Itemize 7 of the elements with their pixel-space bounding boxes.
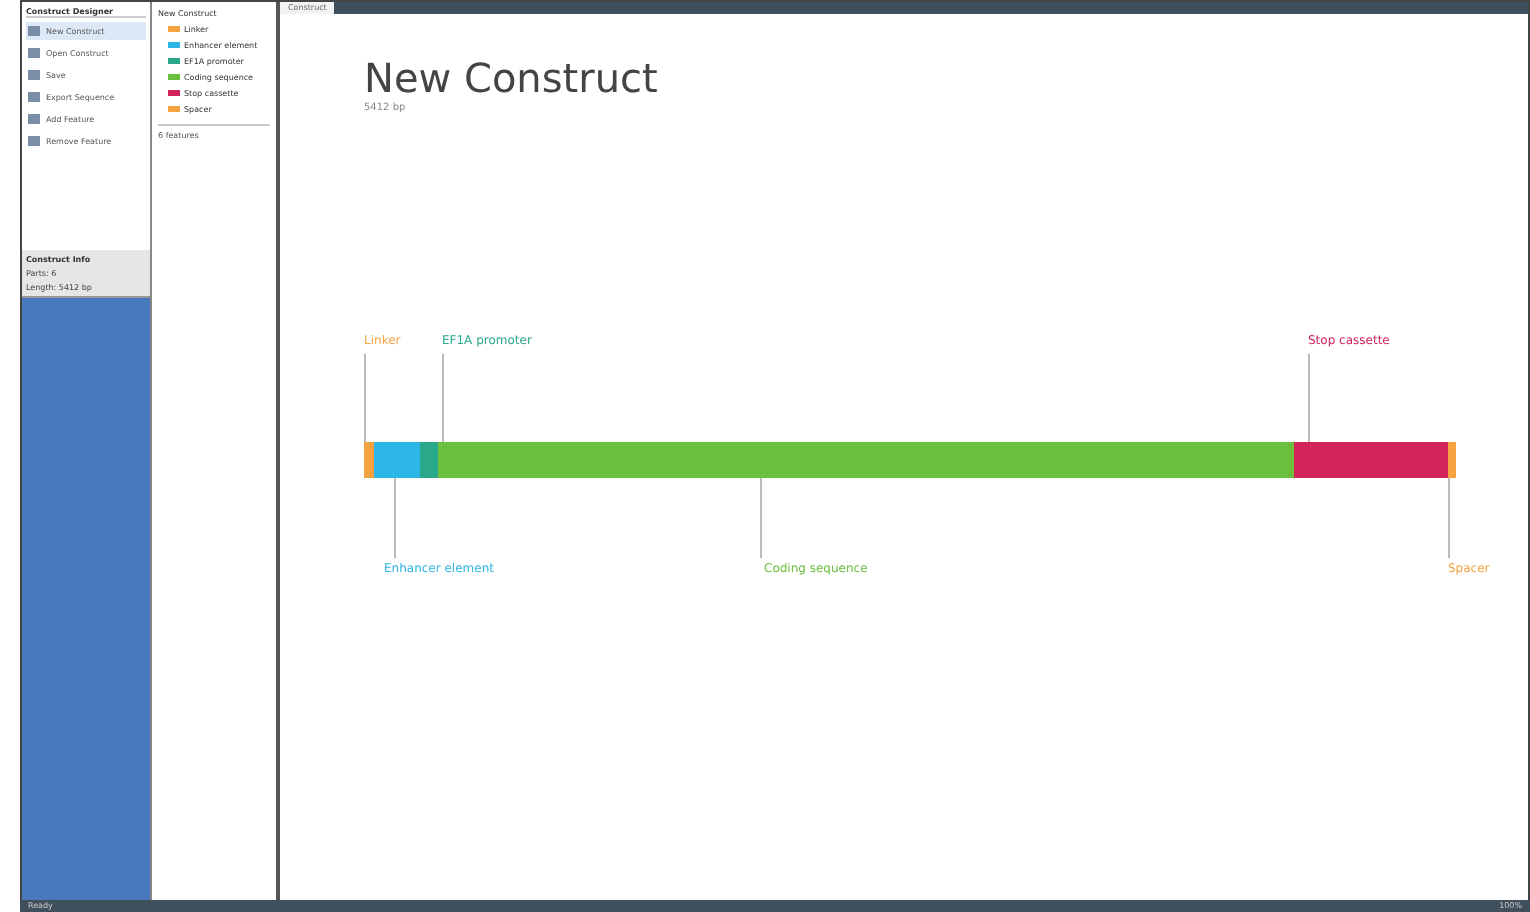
leader-line <box>760 478 762 558</box>
leader-line <box>1448 478 1450 558</box>
leader-line <box>442 354 444 442</box>
leader-line <box>364 354 366 442</box>
leader-line <box>1308 354 1310 442</box>
construct-title: New Construct <box>364 54 660 102</box>
leader-line <box>394 478 396 558</box>
